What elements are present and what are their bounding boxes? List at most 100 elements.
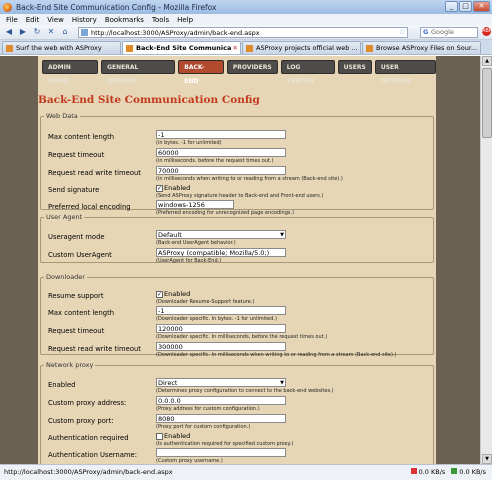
- dl-max-content-length-input[interactable]: [156, 306, 286, 315]
- url-bar[interactable]: http://localhost:3000/ASProxy/admin/back…: [78, 27, 408, 38]
- field-label: Authentication Username:: [48, 451, 137, 459]
- field-label: Enabled: [48, 381, 76, 389]
- nav-providers[interactable]: PROVIDERS: [226, 60, 278, 74]
- navigation-toolbar: ◀ ▶ ↻ ✕ ⌂ http://localhost:3000/ASProxy/…: [0, 25, 492, 40]
- search-placeholder: Google: [431, 28, 454, 36]
- web-data-section: Web Data Max content length (in bytes. -1…: [40, 112, 434, 216]
- tab-label: Browse ASProxy Files on Sour...: [376, 44, 478, 52]
- checkbox-label: Enabled: [164, 290, 191, 298]
- field-label: Custom UserAgent: [48, 251, 112, 259]
- stop-button[interactable]: ✕: [45, 26, 57, 38]
- nav-users[interactable]: USERS: [337, 60, 372, 74]
- close-tab-icon[interactable]: ✕: [233, 44, 238, 52]
- menu-view[interactable]: View: [47, 16, 64, 24]
- menu-edit[interactable]: Edit: [26, 16, 40, 24]
- field-hint: (Send ASProxy signature header to Back-e…: [156, 193, 324, 199]
- download-rate: 0.0 KB/s: [451, 465, 486, 480]
- dl-read-write-timeout-input[interactable]: [156, 342, 286, 351]
- checkbox-label: Enabled: [164, 184, 191, 192]
- google-icon: G: [423, 28, 429, 36]
- home-button[interactable]: ⌂: [59, 26, 71, 38]
- field-hint: (Downloader specific. In milliseconds, b…: [156, 334, 328, 340]
- field-label: Preferred local encoding: [48, 203, 131, 211]
- section-legend: User Agent: [46, 213, 83, 221]
- page-content: ADMIN HOME GENERAL OPTIONS BACK-END PROV…: [38, 56, 436, 464]
- field-hint: (Back-end UserAgent behavior.): [156, 240, 236, 246]
- field-label: Custom proxy address:: [48, 399, 127, 407]
- page-title: Back-End Site Communication Config: [38, 94, 260, 106]
- back-button[interactable]: ◀: [3, 26, 15, 38]
- minimize-button[interactable]: _: [445, 1, 458, 12]
- send-signature-checkbox[interactable]: ✓ Enabled: [156, 184, 190, 192]
- field-label: Request read write timeout: [48, 169, 141, 177]
- nav-user-options[interactable]: USER OPTIONS: [374, 60, 436, 85]
- request-timeout-input[interactable]: [156, 148, 286, 157]
- field-hint: (Downloader specific. In bytes. -1 for u…: [156, 316, 277, 322]
- section-legend: Web Data: [46, 112, 78, 120]
- proxy-address-input[interactable]: [156, 396, 286, 405]
- scroll-down-icon[interactable]: ▼: [482, 454, 492, 464]
- checkbox-unchecked-icon: [156, 432, 163, 440]
- vertical-scrollbar[interactable]: ▲ ▼: [480, 56, 492, 464]
- nav-back-end[interactable]: BACK-END: [178, 60, 224, 85]
- dl-request-timeout-input[interactable]: [156, 324, 286, 333]
- field-label: Max content length: [48, 309, 115, 317]
- maximize-button[interactable]: □: [459, 1, 472, 12]
- custom-useragent-input[interactable]: [156, 248, 286, 257]
- proxy-auth-checkbox[interactable]: Enabled: [156, 432, 190, 440]
- field-label: Request read write timeout: [48, 345, 141, 353]
- nav-general-options[interactable]: GENERAL OPTIONS: [101, 60, 176, 85]
- tab-label: ASProxy projects official web ...: [256, 44, 358, 52]
- status-text: http://localhost:3000/ASProxy/admin/back…: [4, 468, 173, 476]
- status-bar: http://localhost:3000/ASProxy/admin/back…: [0, 464, 492, 480]
- download-rate-text: 0.0 KB/s: [459, 468, 486, 476]
- field-label: Request timeout: [48, 327, 105, 335]
- encoding-input[interactable]: [156, 200, 234, 209]
- reload-button[interactable]: ↻: [31, 26, 43, 38]
- field-label: Useragent mode: [48, 233, 105, 241]
- url-text: http://localhost:3000/ASProxy/admin/back…: [91, 28, 260, 37]
- tab-favicon: [126, 44, 133, 52]
- scroll-thumb[interactable]: [482, 68, 492, 138]
- field-hint: (in milliseconds. before the request tim…: [156, 158, 274, 164]
- menu-bookmarks[interactable]: Bookmarks: [105, 16, 144, 24]
- nav-admin-home[interactable]: ADMIN HOME: [42, 60, 99, 85]
- network-proxy-section: Network proxy Enabled Direct ▼ (Determines …: [40, 361, 434, 464]
- useragent-mode-select[interactable]: Default ▼: [156, 230, 286, 239]
- proxy-username-input[interactable]: [156, 448, 286, 457]
- tab-surf[interactable]: Surf the web with ASProxy: [2, 41, 121, 54]
- field-label: Authentication required: [48, 434, 129, 442]
- scroll-up-icon[interactable]: ▲: [482, 56, 492, 66]
- nav-log-system[interactable]: LOG SYSTEM: [280, 60, 335, 85]
- tab-back-end[interactable]: Back-End Site Communicati...✕: [122, 41, 241, 54]
- site-nav: ADMIN HOME GENERAL OPTIONS BACK-END PROV…: [42, 60, 436, 85]
- field-hint: (Proxy address for custom configuration.…: [156, 406, 260, 412]
- menu-file[interactable]: File: [6, 16, 18, 24]
- upload-rate-text: 0.0 KB/s: [418, 468, 446, 476]
- tab-favicon: [6, 44, 13, 52]
- tab-official[interactable]: ASProxy projects official web ...: [242, 41, 361, 54]
- tab-favicon: [366, 44, 373, 52]
- menu-history[interactable]: History: [72, 16, 97, 24]
- forward-button[interactable]: ▶: [17, 26, 29, 38]
- bookmark-star-icon[interactable]: ☆: [399, 28, 405, 36]
- tab-files[interactable]: Browse ASProxy Files on Sour...: [362, 41, 481, 54]
- dropdown-arrow-icon: ▼: [280, 232, 284, 238]
- max-content-length-input[interactable]: [156, 130, 286, 139]
- field-hint: (Determines proxy configuration to conne…: [156, 388, 334, 394]
- window-titlebar: Back-End Site Communication Config - Moz…: [0, 0, 492, 14]
- close-window-button[interactable]: ✕: [473, 1, 490, 12]
- dropdown-arrow-icon: ▼: [280, 380, 284, 386]
- resume-support-checkbox[interactable]: ✓ Enabled: [156, 290, 190, 298]
- field-label: Resume support: [48, 292, 104, 300]
- tab-label: Surf the web with ASProxy: [16, 44, 102, 52]
- proxy-mode-select[interactable]: Direct ▼: [156, 378, 286, 387]
- abp-icon[interactable]: ABP: [482, 27, 492, 36]
- field-hint: (UserAgent for Back-End.): [156, 258, 222, 264]
- menu-tools[interactable]: Tools: [152, 16, 169, 24]
- proxy-port-input[interactable]: [156, 414, 286, 423]
- menu-help[interactable]: Help: [177, 16, 193, 24]
- tab-label: Back-End Site Communicati...: [136, 44, 231, 52]
- read-write-timeout-input[interactable]: [156, 166, 286, 175]
- search-input[interactable]: G Google: [420, 27, 478, 38]
